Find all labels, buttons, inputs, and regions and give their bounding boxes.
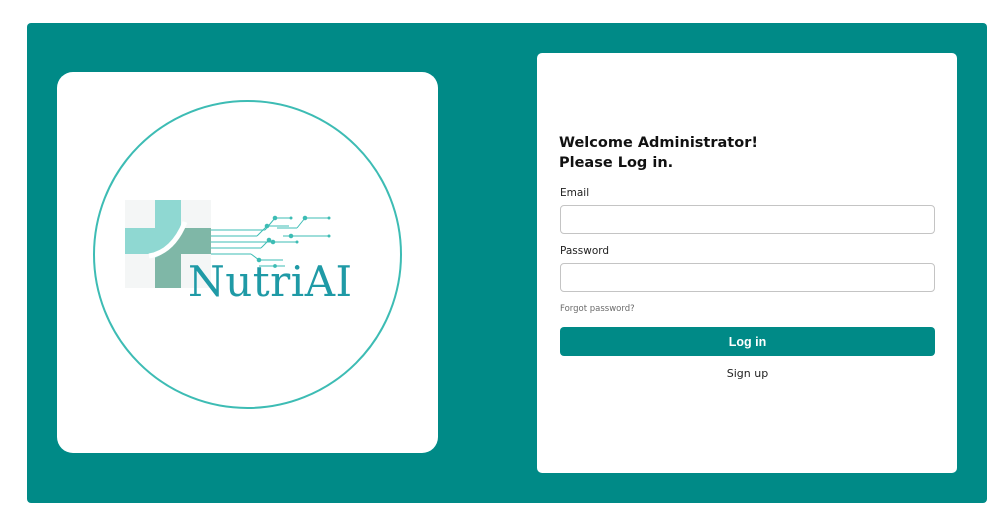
login-card: Welcome Administrator! Please Log in. Em… [537, 53, 957, 473]
heading-line-1: Welcome Administrator! [559, 135, 758, 151]
heading-line-2: Please Log in. [559, 155, 674, 171]
password-label: Password [560, 245, 610, 257]
logo-card: NutriAI [57, 72, 438, 453]
login-button[interactable]: Log in [560, 327, 935, 356]
login-heading: Welcome Administrator! Please Log in. [559, 133, 758, 173]
email-label: Email [560, 187, 590, 199]
email-field[interactable] [560, 205, 935, 234]
signup-link[interactable]: Sign up [560, 367, 935, 380]
forgot-password-link[interactable]: Forgot password? [560, 304, 635, 314]
login-page-frame: NutriAI Welcome Administrator! Please Lo… [27, 23, 987, 503]
brand-name: NutriAI [188, 257, 353, 306]
password-field[interactable] [560, 263, 935, 292]
